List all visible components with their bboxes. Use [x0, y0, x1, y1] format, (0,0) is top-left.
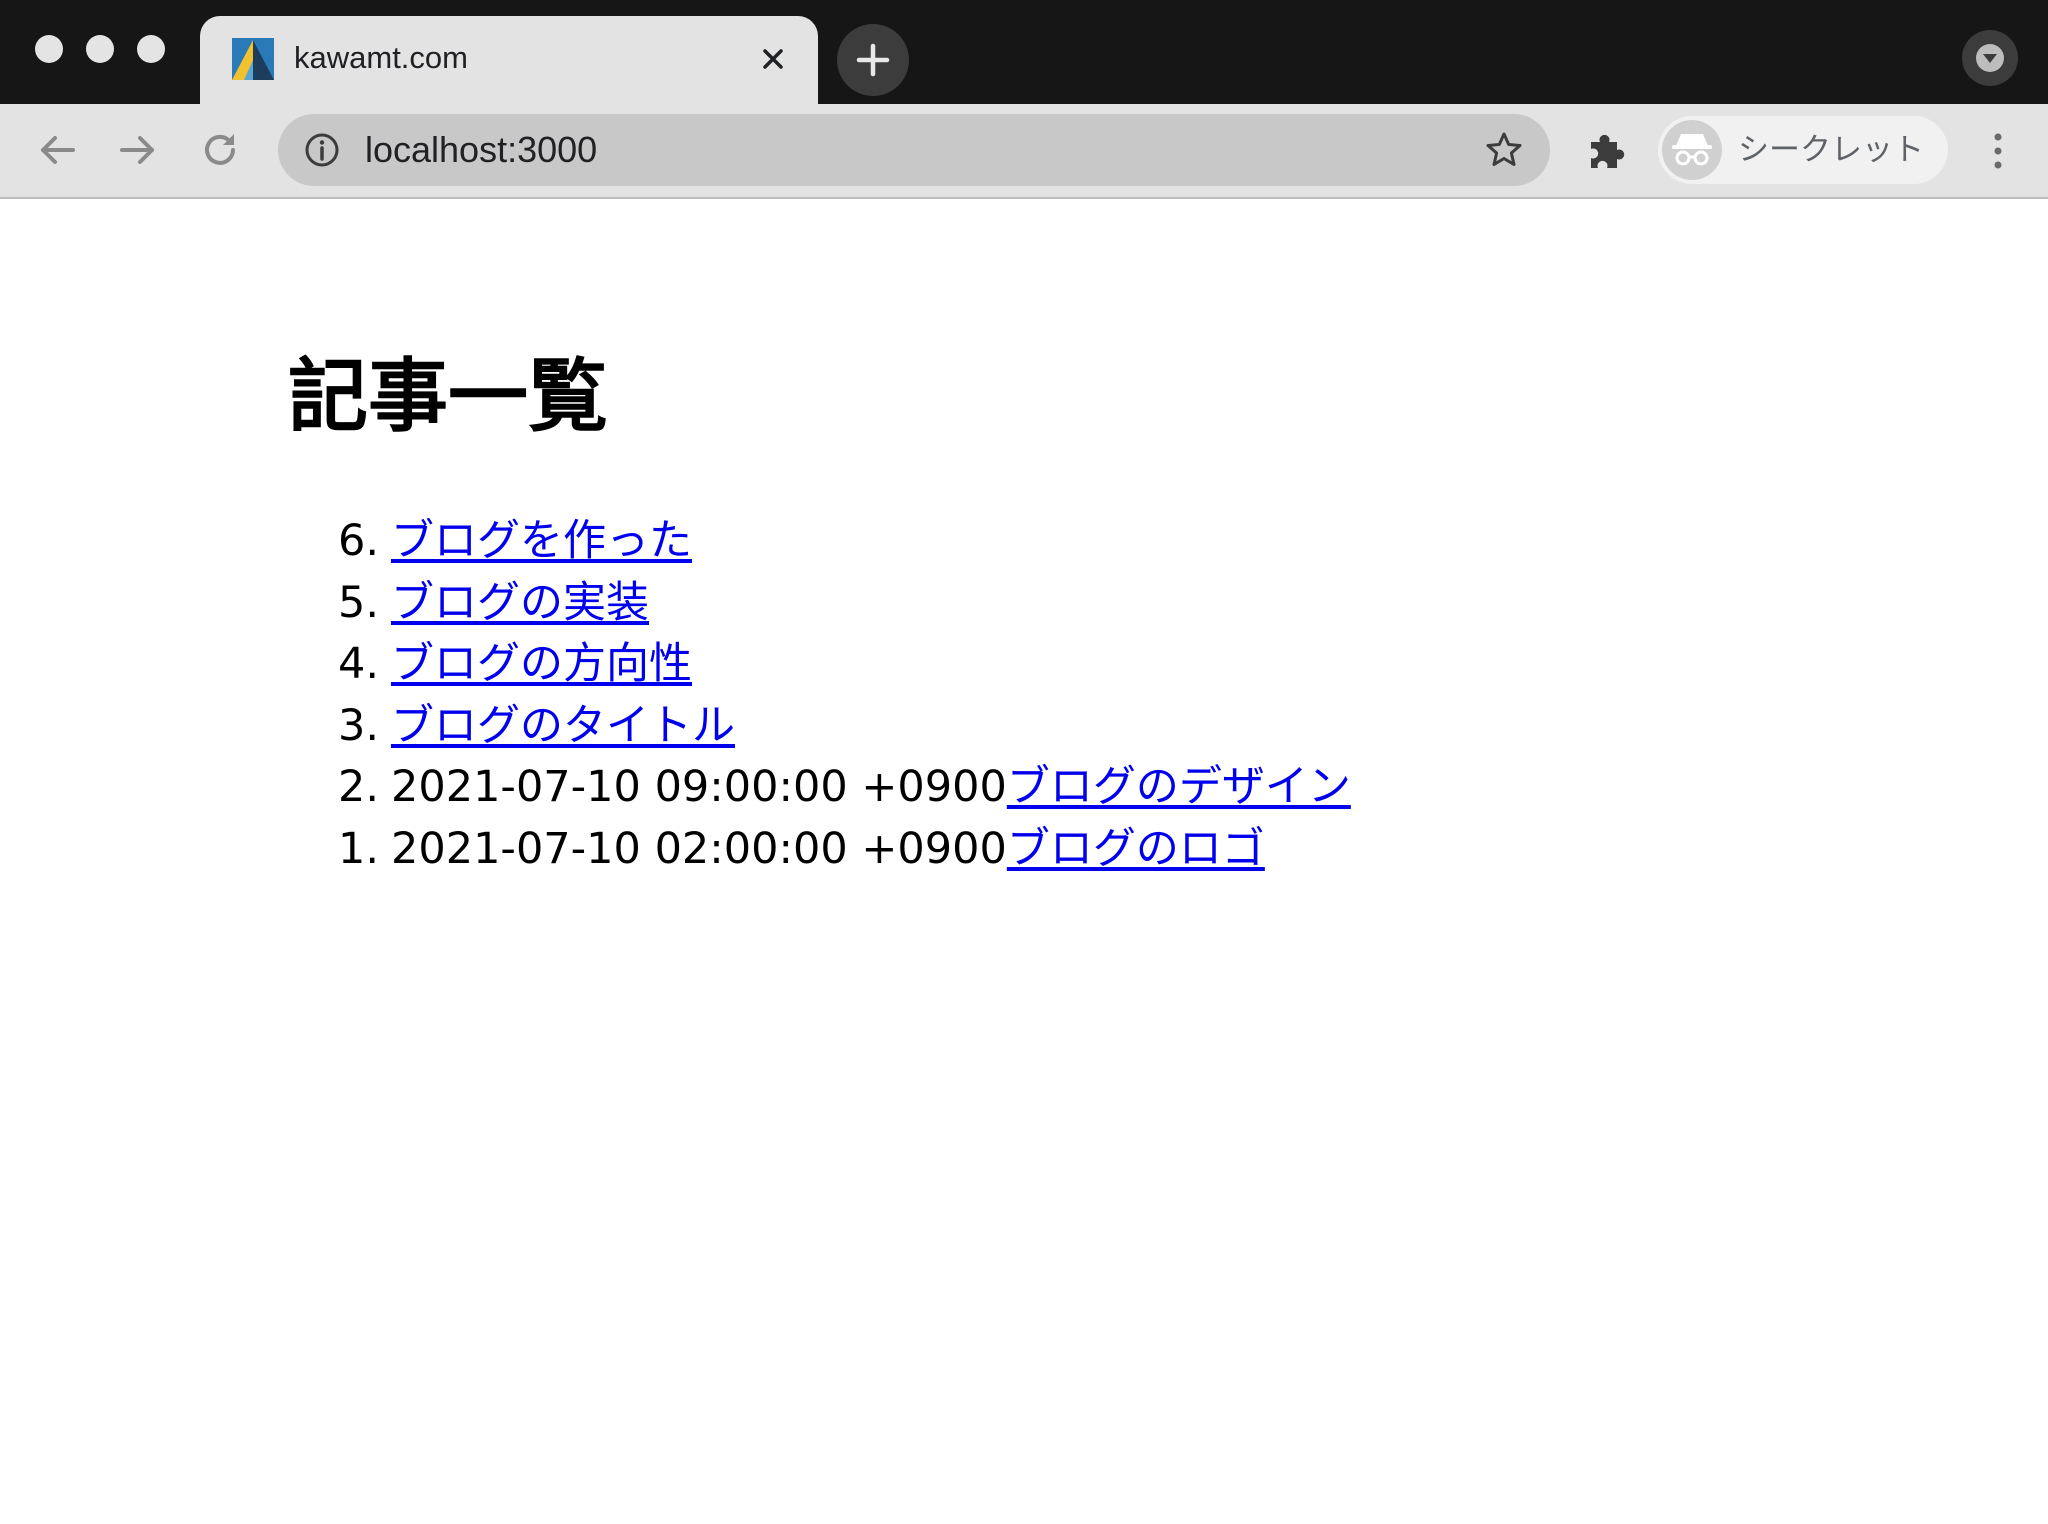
arrow-left-icon[interactable] [35, 128, 79, 172]
star-icon[interactable] [1484, 130, 1524, 170]
list-item: 3. ブログのタイトル [338, 696, 1351, 758]
tab-strip: kawamt.com [0, 0, 2048, 104]
window-zoom-button[interactable] [137, 35, 165, 63]
browser-window: kawamt.com localhost:3000 シークレット 記事一覧 6.… [0, 0, 2048, 1524]
list-number: 3. [338, 700, 380, 751]
article-list: 6. ブログを作った 5. ブログの実装 4. ブログの方向性 3. ブログのタイトル … [338, 511, 1351, 880]
list-number: 2. [338, 762, 380, 812]
window-minimize-button[interactable] [86, 35, 114, 63]
article-link[interactable]: ブログの実装 [391, 578, 649, 628]
kebab-menu-icon[interactable] [1980, 128, 2016, 174]
info-icon[interactable] [304, 132, 340, 168]
list-item: 1. 2021-07-10 02:00:00 +0900ブログのロゴ [338, 819, 1351, 881]
reload-icon[interactable] [198, 128, 242, 172]
kawamt-logo-icon [232, 38, 274, 80]
chevron-down-icon [1976, 44, 2004, 72]
tab-search-button[interactable] [1962, 30, 2018, 86]
list-number: 4. [338, 639, 380, 689]
list-number: 1. [338, 823, 380, 874]
url-text[interactable]: localhost:3000 [365, 128, 597, 172]
window-close-button[interactable] [35, 35, 63, 63]
article-link[interactable]: ブログのタイトル [391, 701, 735, 751]
puzzle-icon[interactable] [1585, 130, 1627, 172]
list-number: 6. [338, 516, 380, 566]
article-link[interactable]: ブログの方向性 [391, 639, 692, 689]
page-content: 記事一覧 6. ブログを作った 5. ブログの実装 4. ブログの方向性 3. ブログの… [0, 199, 2048, 1524]
new-tab-button[interactable] [837, 24, 909, 96]
list-item: 4. ブログの方向性 [338, 634, 1351, 696]
browser-toolbar: localhost:3000 シークレット [0, 104, 2048, 199]
page-title: 記事一覧 [288, 350, 608, 443]
article-link[interactable]: ブログのロゴ [1007, 824, 1265, 874]
close-icon[interactable] [756, 42, 790, 76]
incognito-label: シークレット [1738, 132, 1924, 168]
article-date: 2021-07-10 02:00:00 +0900 [391, 823, 1007, 874]
arrow-right-icon[interactable] [116, 128, 160, 172]
tab-title: kawamt.com [294, 40, 468, 75]
tab-active[interactable]: kawamt.com [200, 16, 818, 104]
address-bar[interactable]: localhost:3000 [278, 114, 1550, 186]
list-item: 5. ブログの実装 [338, 573, 1351, 635]
incognito-icon [1662, 120, 1722, 180]
incognito-chip[interactable]: シークレット [1658, 116, 1948, 184]
list-number: 5. [338, 577, 380, 628]
article-date: 2021-07-10 09:00:00 +0900 [391, 762, 1007, 812]
list-item: 6. ブログを作った [338, 511, 1351, 573]
article-link[interactable]: ブログを作った [391, 516, 692, 566]
list-item: 2. 2021-07-10 09:00:00 +0900ブログのデザイン [338, 757, 1351, 819]
article-link[interactable]: ブログのデザイン [1007, 762, 1351, 812]
plus-icon [856, 43, 890, 77]
